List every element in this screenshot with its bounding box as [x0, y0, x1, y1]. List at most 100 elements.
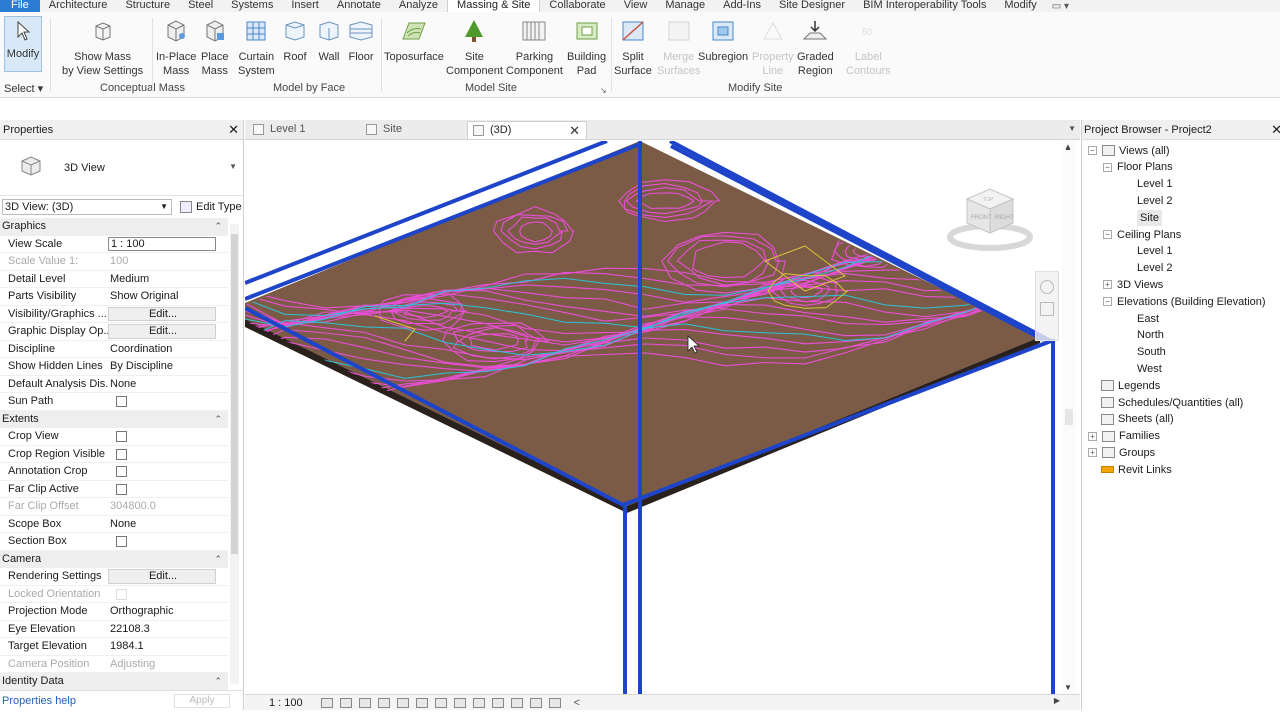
- menu-tab-systems[interactable]: Systems: [222, 0, 282, 12]
- scroll-thumb[interactable]: [231, 234, 238, 554]
- checkbox[interactable]: [116, 536, 127, 547]
- property-value[interactable]: [108, 428, 228, 445]
- zoom-icon[interactable]: [1040, 302, 1054, 316]
- menu-tab-site-designer[interactable]: Site Designer: [770, 0, 854, 12]
- collapse-icon[interactable]: ⌃: [214, 673, 222, 690]
- steering-wheel-icon[interactable]: [1040, 280, 1054, 294]
- property-value[interactable]: Medium: [108, 271, 228, 288]
- expand-icon[interactable]: +: [1088, 448, 1097, 458]
- tree-node-groups[interactable]: + Groups: [1088, 444, 1155, 461]
- checkbox[interactable]: [116, 396, 127, 407]
- tree-node-level-1[interactable]: Level 1: [1137, 243, 1172, 260]
- view-tab-site[interactable]: Site: [361, 121, 469, 139]
- section-graphics[interactable]: Graphics ⌃: [0, 218, 228, 236]
- show-mass-button[interactable]: Show Mass by View Settings: [62, 18, 143, 78]
- wall-button[interactable]: Wall: [316, 18, 342, 64]
- properties-help-link[interactable]: Properties help: [2, 695, 76, 707]
- menu-tab-add-ins[interactable]: Add-Ins: [714, 0, 770, 12]
- menu-tab-analyze[interactable]: Analyze: [390, 0, 447, 12]
- property-value[interactable]: [108, 586, 228, 603]
- split-surface-button[interactable]: Split Surface: [614, 18, 652, 78]
- close-icon[interactable]: ✕: [1271, 120, 1280, 140]
- crop-view-icon[interactable]: [415, 697, 428, 708]
- checkbox[interactable]: [116, 466, 127, 477]
- subregion-button[interactable]: Subregion: [698, 18, 748, 64]
- close-icon[interactable]: ✕: [569, 122, 580, 139]
- menu-tab-structure[interactable]: Structure: [116, 0, 179, 12]
- expand-controls-icon[interactable]: <: [574, 697, 580, 709]
- property-value[interactable]: [108, 463, 228, 480]
- tree-node-floor-plans[interactable]: − Floor Plans: [1103, 159, 1173, 176]
- tree-node-level-2[interactable]: Level 2: [1137, 192, 1172, 209]
- collapse-icon[interactable]: ⌃: [214, 218, 222, 235]
- viewcube-icon[interactable]: FRONT RIGHT TOP: [945, 181, 1035, 253]
- scroll-up-icon[interactable]: ▲: [1064, 142, 1072, 151]
- analysis-icon[interactable]: [529, 697, 542, 708]
- menu-tab-architecture[interactable]: Architecture: [40, 0, 117, 12]
- checkbox[interactable]: [116, 483, 127, 495]
- tabs-menu-icon[interactable]: ▼: [1068, 124, 1076, 133]
- tree-node-revit-links[interactable]: Revit Links: [1101, 461, 1172, 478]
- tree-node-level-1[interactable]: Level 1: [1137, 176, 1172, 193]
- render-icon[interactable]: [396, 697, 409, 708]
- viewcube[interactable]: FRONT RIGHT TOP: [945, 181, 1035, 253]
- tree-node-legends[interactable]: Legends: [1101, 377, 1160, 394]
- collapse-icon[interactable]: −: [1103, 230, 1112, 239]
- property-value[interactable]: Coordination: [108, 341, 228, 358]
- chevron-down-icon[interactable]: ▼: [229, 162, 237, 171]
- apply-button[interactable]: Apply: [174, 693, 230, 708]
- place-mass-button[interactable]: Place Mass: [201, 18, 229, 78]
- view-scale-input[interactable]: 1 : 100: [108, 236, 216, 251]
- menu-tab-view[interactable]: View: [615, 0, 657, 12]
- menu-tab-modify[interactable]: Modify: [995, 0, 1045, 12]
- sun-path-icon[interactable]: [358, 697, 371, 708]
- property-line-button[interactable]: Property Line: [752, 18, 794, 78]
- 3d-view-canvas[interactable]: FRONT RIGHT TOP: [245, 141, 1076, 694]
- menu-tab-massing-site[interactable]: Massing & Site: [447, 0, 541, 12]
- shadows-icon[interactable]: [377, 697, 390, 708]
- tree-node-north[interactable]: North: [1137, 327, 1164, 344]
- collapse-icon[interactable]: −: [1103, 162, 1112, 172]
- collapse-icon[interactable]: ⌃: [214, 411, 222, 428]
- roof-button[interactable]: Roof: [282, 18, 308, 64]
- graded-region-button[interactable]: Graded Region: [797, 18, 834, 78]
- curtain-system-button[interactable]: Curtain System: [238, 18, 275, 78]
- property-value[interactable]: [108, 393, 228, 410]
- checkbox[interactable]: [116, 588, 127, 600]
- menu-tab-insert[interactable]: Insert: [282, 0, 328, 12]
- menu-tab-file[interactable]: File: [0, 0, 40, 12]
- menu-tab-annotate[interactable]: Annotate: [328, 0, 390, 12]
- edit-type-button[interactable]: Edit Type: [180, 201, 242, 213]
- show-crop-icon[interactable]: [434, 697, 447, 708]
- edit-button[interactable]: Edit...: [108, 306, 216, 321]
- property-value[interactable]: None: [108, 376, 228, 393]
- menu-tab-manage[interactable]: Manage: [656, 0, 714, 12]
- scroll-down-icon[interactable]: ▼: [1064, 683, 1072, 692]
- scroll-thumb[interactable]: [1065, 409, 1073, 425]
- site-component-button[interactable]: Site Component: [446, 18, 503, 78]
- tree-node-south[interactable]: South: [1137, 344, 1166, 361]
- property-value[interactable]: Show Original: [108, 288, 228, 305]
- menu-tab-collaborate[interactable]: Collaborate: [540, 0, 614, 12]
- building-pad-button[interactable]: Building Pad: [567, 18, 606, 78]
- toposurface-button[interactable]: Toposurface: [384, 18, 444, 64]
- in-place-mass-button[interactable]: In-Place Mass: [156, 18, 196, 78]
- property-value[interactable]: [108, 481, 228, 498]
- detail-level-icon[interactable]: [320, 697, 333, 708]
- section-camera[interactable]: Camera ⌃: [0, 550, 228, 568]
- parking-component-button[interactable]: Parking Component: [506, 18, 563, 78]
- modify-button[interactable]: Modify: [4, 16, 42, 72]
- section-identity-data[interactable]: Identity Data ⌃: [0, 673, 228, 691]
- property-value[interactable]: [108, 533, 228, 550]
- property-value[interactable]: 22108.3: [108, 621, 228, 638]
- properties-scrollbar[interactable]: [230, 224, 239, 684]
- tree-node-site[interactable]: Site: [1137, 209, 1162, 226]
- property-value[interactable]: By Discipline: [108, 358, 228, 375]
- tree-node-east[interactable]: East: [1137, 310, 1159, 327]
- view-selector-dropdown[interactable]: 3D View: (3D) ▼: [2, 199, 172, 215]
- tree-node-elevations-building-elevation[interactable]: − Elevations (Building Elevation): [1103, 293, 1266, 310]
- tree-node-3d-views[interactable]: +3D Views: [1103, 276, 1163, 293]
- tree-node-views-all[interactable]: − Views (all): [1088, 142, 1170, 159]
- menu-tab-steel[interactable]: Steel: [179, 0, 222, 12]
- property-value[interactable]: None: [108, 516, 228, 533]
